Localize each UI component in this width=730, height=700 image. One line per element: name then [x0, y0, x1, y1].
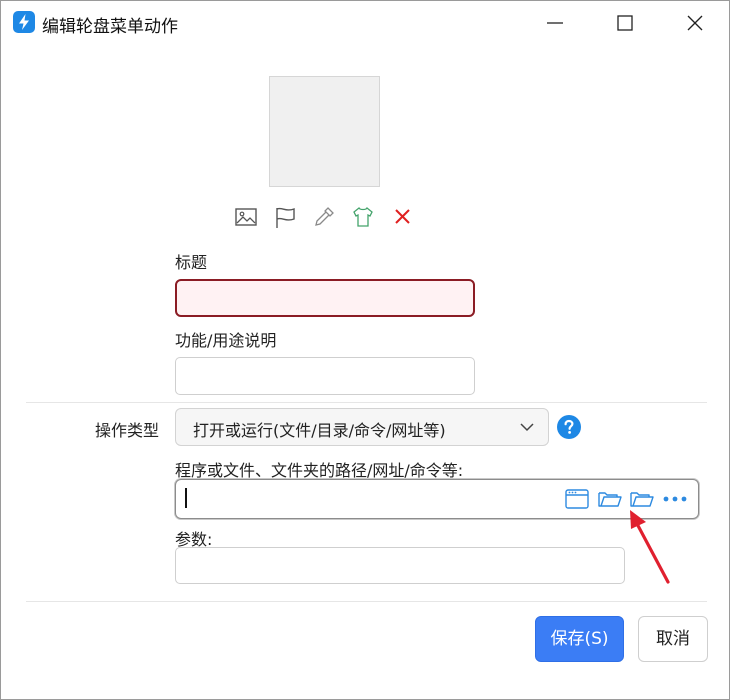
help-question-icon [557, 415, 581, 439]
path-label: 程序或文件、文件夹的路径/网址/命令等: [175, 461, 464, 480]
action-type-value: 打开或运行(文件/目录/命令/网址等) [193, 421, 446, 440]
description-label: 功能/用途说明 [175, 331, 277, 350]
eyedropper-button[interactable] [311, 204, 337, 230]
minimize-icon [547, 22, 563, 24]
app-window-icon [565, 489, 589, 509]
close-window-button[interactable] [665, 1, 725, 45]
dialog-window: 编辑轮盘菜单动作 标题 功能/用途说明 操作类型 打开或运行(文件/目录/命令/… [0, 0, 730, 700]
shirt-icon [353, 206, 373, 227]
cancel-button[interactable]: 取消 [638, 616, 708, 662]
save-button[interactable]: 保存(S) [535, 616, 624, 662]
image-button[interactable] [233, 204, 259, 230]
params-input[interactable] [175, 547, 625, 584]
maximize-icon [617, 15, 633, 31]
eyedropper-icon [315, 207, 334, 226]
action-type-label: 操作类型 [95, 421, 160, 440]
app-logo-icon [13, 11, 35, 33]
shirt-button[interactable] [350, 204, 376, 230]
minimize-button[interactable] [525, 1, 585, 45]
folder-open-icon [598, 492, 622, 507]
divider [26, 601, 707, 602]
title-input[interactable] [175, 279, 475, 317]
maximize-button[interactable] [595, 1, 655, 45]
icon-preview[interactable] [269, 76, 380, 187]
title-label: 标题 [175, 253, 208, 272]
browse-file-button[interactable] [597, 487, 623, 511]
divider [26, 402, 707, 403]
close-icon [687, 15, 703, 31]
text-caret [185, 488, 187, 508]
title-bar: 编辑轮盘菜单动作 [1, 1, 729, 45]
flag-icon [276, 207, 295, 228]
help-button[interactable] [557, 415, 581, 439]
description-input[interactable] [175, 357, 475, 395]
delete-x-icon [395, 209, 410, 224]
window-title: 编辑轮盘菜单动作 [42, 17, 178, 37]
chevron-down-icon [520, 423, 534, 432]
action-type-select[interactable]: 打开或运行(文件/目录/命令/网址等) [175, 408, 549, 446]
flag-button[interactable] [272, 204, 298, 230]
annotation-arrow-icon [630, 510, 670, 584]
delete-icon-button[interactable] [390, 204, 416, 230]
image-icon [235, 208, 257, 226]
select-app-button[interactable] [564, 487, 590, 511]
